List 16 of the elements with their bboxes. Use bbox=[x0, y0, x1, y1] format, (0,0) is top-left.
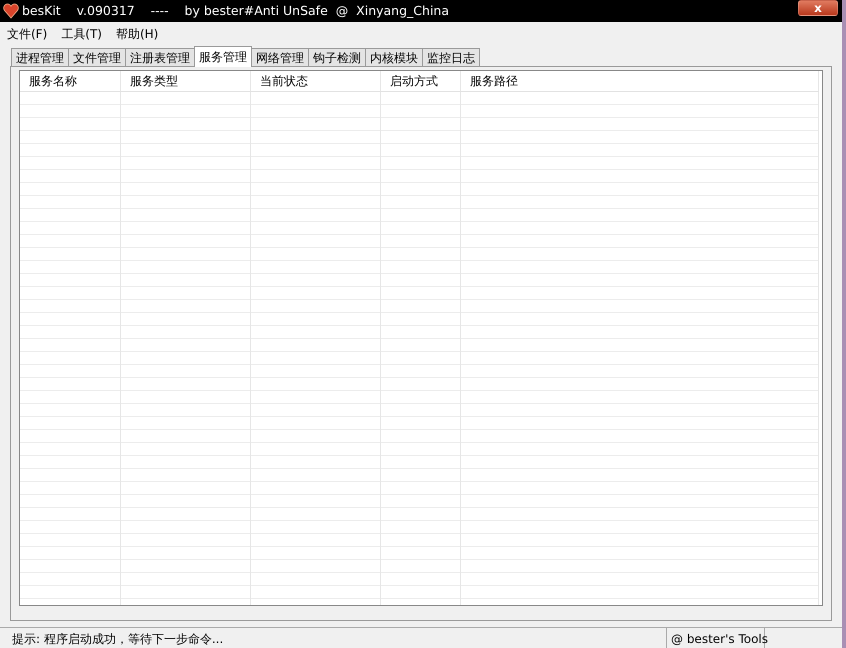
close-button[interactable]: x bbox=[798, 0, 838, 16]
menu-item[interactable]: 帮助(H) bbox=[116, 25, 158, 41]
tab[interactable]: 注册表管理 bbox=[125, 48, 195, 66]
tab[interactable]: 内核模块 bbox=[365, 48, 423, 66]
tab[interactable]: 文件管理 bbox=[68, 48, 126, 66]
tab[interactable]: 钩子检测 bbox=[308, 48, 366, 66]
tab[interactable]: 监控日志 bbox=[422, 48, 480, 66]
tab[interactable]: 网络管理 bbox=[251, 48, 309, 66]
window-title: besKit v.090317 ---- by bester#Anti UnSafe @ Xinyang_China bbox=[22, 2, 449, 20]
menu-item[interactable]: 文件(F) bbox=[7, 25, 48, 41]
heart-icon bbox=[3, 3, 19, 19]
status-text: @ bester's Tools bbox=[667, 628, 765, 648]
status-text: 提示: 程序启动成功，等待下一步命令... bbox=[0, 628, 667, 648]
tab[interactable]: 服务管理 bbox=[194, 46, 252, 67]
tab[interactable]: 进程管理 bbox=[11, 48, 69, 66]
menu-item[interactable]: 工具(T) bbox=[61, 25, 102, 41]
